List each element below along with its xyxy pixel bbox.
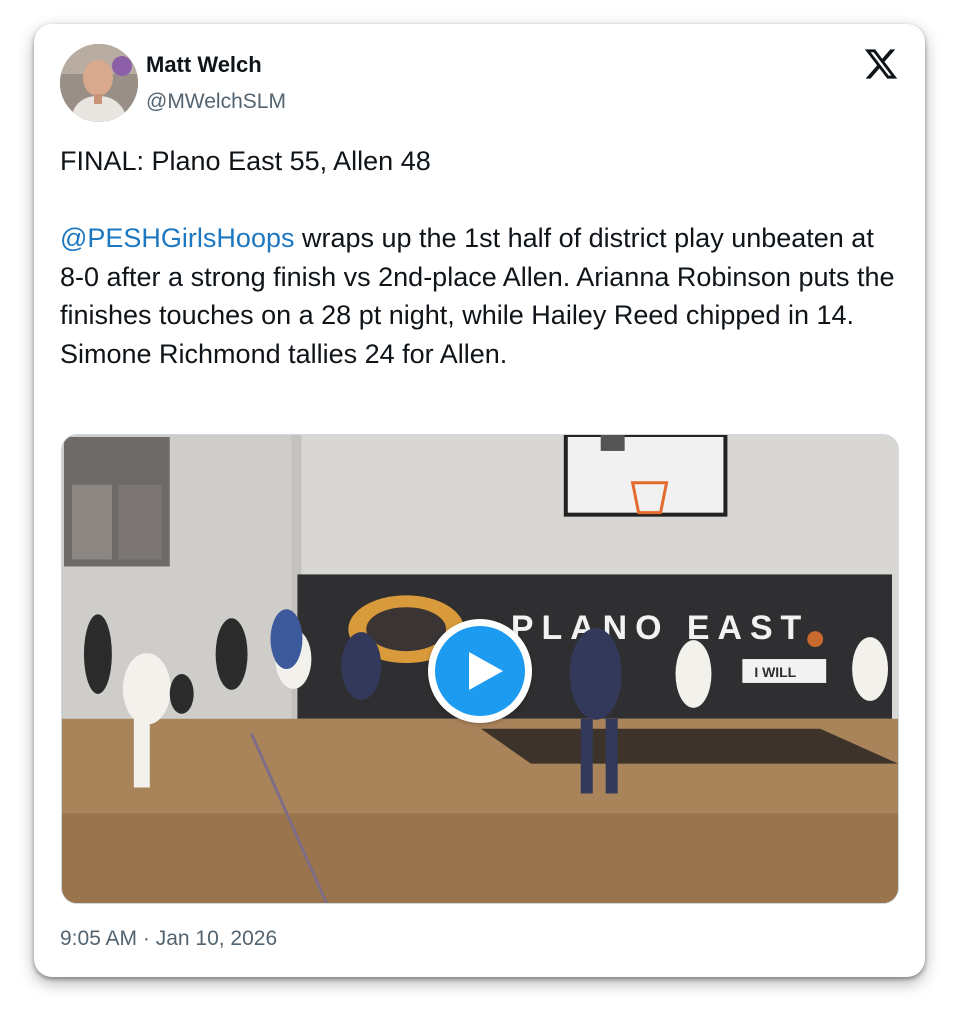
paragraph-spacer xyxy=(60,181,900,220)
tweet-timestamp[interactable]: 9:05 AM · Jan 10, 2026 xyxy=(60,927,277,951)
wall-lettering: PLANO EAST xyxy=(511,609,809,647)
play-icon xyxy=(435,626,525,716)
play-button[interactable] xyxy=(428,619,532,723)
tweet-headline: FINAL: Plano East 55, Allen 48 xyxy=(60,146,431,176)
display-name[interactable]: Matt Welch xyxy=(146,52,262,78)
tweet-text: FINAL: Plano East 55, Allen 48 @PESHGirl… xyxy=(60,142,900,373)
avatar[interactable] xyxy=(60,44,138,122)
tweet-body: @PESHGirlsHoops wraps up the 1st half of… xyxy=(60,219,900,373)
x-logo-icon[interactable] xyxy=(863,46,899,82)
user-avatar-icon xyxy=(60,44,138,122)
mention-link[interactable]: @PESHGirlsHoops xyxy=(60,223,294,253)
user-handle[interactable]: @MWelchSLM xyxy=(146,90,286,114)
video-player[interactable]: PLANO EAST I WILL xyxy=(61,434,899,904)
tweet-card: Matt Welch @MWelchSLM FINAL: Plano East … xyxy=(34,24,925,977)
banner-text: I WILL xyxy=(754,664,796,680)
